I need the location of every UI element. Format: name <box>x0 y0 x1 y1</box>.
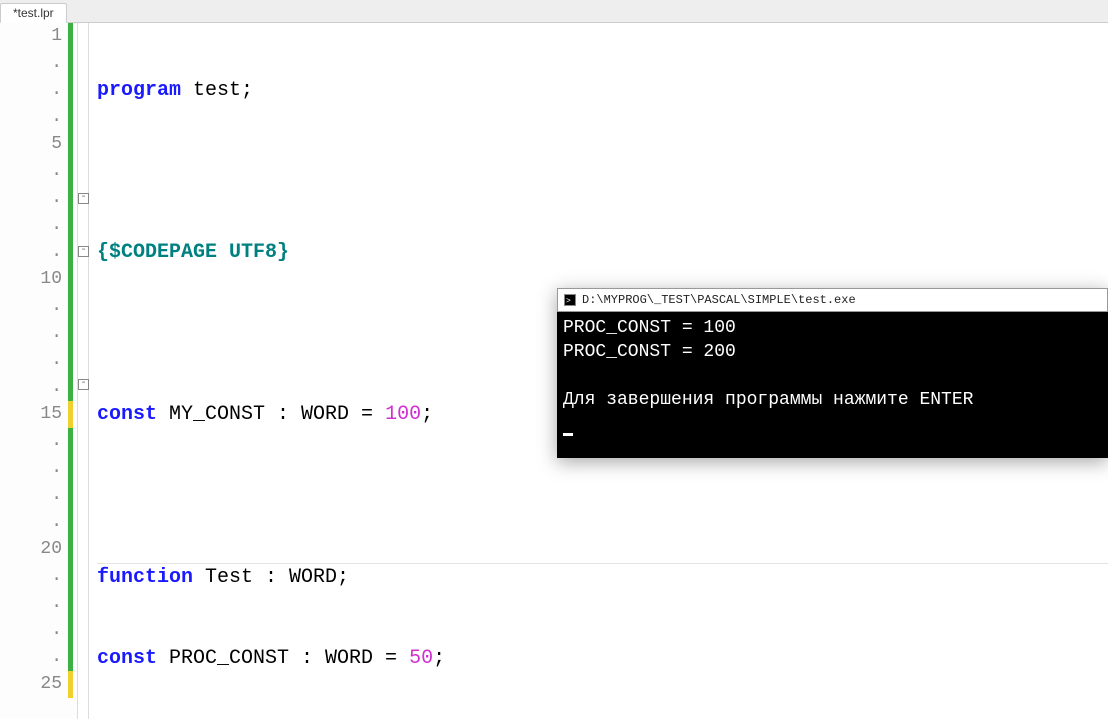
console-cursor <box>563 433 573 436</box>
console-output: PROC_CONST = 100 PROC_CONST = 200 Для за… <box>557 312 1108 458</box>
line-number-gutter: 1 . . . 5 . . . . 10 . . . . 15 . . . . … <box>0 23 78 719</box>
fold-gutter: - - - <box>78 23 89 719</box>
svg-text:>: > <box>566 297 571 306</box>
fold-toggle-icon[interactable]: - <box>78 379 89 390</box>
console-icon: > <box>564 294 576 306</box>
console-title-text: D:\MYPROG\_TEST\PASCAL\SIMPLE\test.exe <box>582 287 856 314</box>
fold-toggle-icon[interactable]: - <box>78 193 89 204</box>
code-editor[interactable]: 1 . . . 5 . . . . 10 . . . . 15 . . . . … <box>0 23 1108 719</box>
console-titlebar[interactable]: > D:\MYPROG\_TEST\PASCAL\SIMPLE\test.exe <box>557 288 1108 312</box>
tab-bar: *test.lpr <box>0 0 1108 23</box>
console-window[interactable]: > D:\MYPROG\_TEST\PASCAL\SIMPLE\test.exe… <box>557 288 1108 458</box>
tab-active[interactable]: *test.lpr <box>0 3 67 23</box>
fold-toggle-icon[interactable]: - <box>78 246 89 257</box>
